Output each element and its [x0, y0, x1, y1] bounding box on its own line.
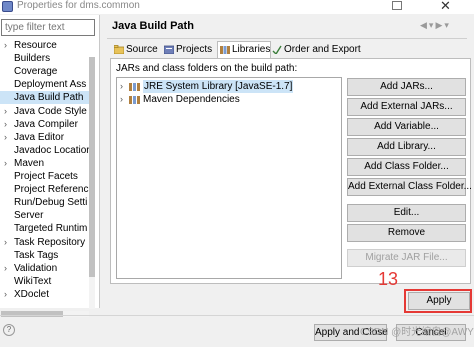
add-external-class-folder-button[interactable]: Add External Class Folder...: [347, 178, 472, 196]
title-divider: [107, 38, 467, 39]
window-title: Properties for dms.common: [17, 0, 140, 11]
nav-item[interactable]: Coverage: [0, 65, 90, 78]
edit-button[interactable]: Edit...: [347, 204, 466, 222]
chevron-right-icon[interactable]: ›: [4, 288, 7, 301]
back-arrow-icon[interactable]: ◀: [420, 20, 429, 30]
nav-item-label: Deployment Ass: [14, 79, 87, 91]
nav-item[interactable]: › Resource: [0, 39, 90, 52]
projects-icon: [164, 45, 174, 54]
jar-list[interactable]: › JRE System Library [JavaSE-1.7] › Mave…: [116, 77, 342, 279]
window-titlebar: Properties for dms.common ✕: [0, 0, 474, 14]
nav-item[interactable]: › XDoclet: [0, 288, 90, 301]
library-icon: [129, 83, 140, 91]
tab-projects-label: Projects: [176, 44, 213, 55]
nav-item-label: Builders: [14, 53, 51, 65]
nav-item-label: Java Editor: [14, 131, 65, 143]
nav-item-label: Java Compiler: [14, 118, 78, 130]
nav-item-label: Server: [14, 210, 44, 222]
tab-order-and-export-label: Order and Export: [284, 44, 361, 55]
add-external-jars-button[interactable]: Add External JARs...: [347, 98, 466, 116]
chevron-right-icon[interactable]: ›: [4, 131, 7, 144]
nav-item-label: Run/Debug Setti: [14, 197, 88, 209]
remove-button[interactable]: Remove: [347, 224, 466, 242]
chevron-right-icon[interactable]: ›: [4, 118, 7, 131]
jars-section-label: JARs and class folders on the build path…: [116, 63, 298, 74]
nav-item[interactable]: Server: [0, 209, 90, 222]
nav-item-label: Task Repository: [14, 236, 86, 248]
nav-item-label: XDoclet: [14, 288, 50, 300]
footer-divider: [0, 315, 474, 316]
nav-item-label: Maven: [14, 157, 45, 169]
help-icon[interactable]: ?: [3, 324, 15, 336]
apply-button[interactable]: Apply: [408, 292, 470, 310]
chevron-right-icon[interactable]: ›: [4, 105, 7, 118]
eclipse-icon: [2, 1, 13, 12]
order-export-icon: [272, 45, 282, 54]
tab-projects[interactable]: Projects: [162, 42, 212, 58]
nav-horizontal-scroll-thumb[interactable]: [1, 311, 63, 317]
nav-item-label: Validation: [14, 262, 58, 274]
tab-source-label: Source: [126, 44, 158, 55]
page-nav-arrows[interactable]: ◀▾▶▾: [420, 20, 451, 31]
nav-item[interactable]: › Maven: [0, 157, 90, 170]
nav-item-label: WikiText: [14, 275, 52, 287]
nav-item[interactable]: Project Referenc: [0, 183, 90, 196]
nav-horizontal-scrollbar[interactable]: [1, 311, 89, 317]
add-jars-button[interactable]: Add JARs...: [347, 78, 466, 96]
jar-entry-label: Maven Dependencies: [143, 94, 240, 105]
nav-item[interactable]: Builders: [0, 52, 90, 65]
nav-item-label: Targeted Runtim: [14, 223, 88, 235]
nav-item-label: Javadoc Locatior: [14, 144, 90, 156]
nav-item[interactable]: › Validation: [0, 262, 90, 275]
tab-libraries[interactable]: Libraries: [217, 41, 272, 58]
chevron-right-icon[interactable]: ›: [120, 93, 123, 106]
nav-item-label: Java Code Style: [14, 105, 87, 117]
add-variable-button[interactable]: Add Variable...: [347, 118, 466, 136]
nav-item[interactable]: › Java Compiler: [0, 118, 90, 131]
source-folder-icon: [114, 45, 124, 54]
tab-libraries-label: Libraries: [232, 44, 271, 55]
nav-item-label: Java Build Path: [14, 92, 84, 104]
nav-vertical-scrollbar[interactable]: [89, 57, 95, 309]
nav-item[interactable]: › Task Repository: [0, 236, 90, 249]
nav-item[interactable]: Javadoc Locatior: [0, 144, 90, 157]
chevron-right-icon[interactable]: ›: [4, 157, 7, 170]
tab-source[interactable]: Source: [112, 42, 158, 58]
menu-arrow-icon[interactable]: ▾: [444, 20, 451, 30]
chevron-right-icon[interactable]: ›: [4, 236, 7, 249]
add-library-button[interactable]: Add Library...: [347, 138, 466, 156]
chevron-right-icon[interactable]: ›: [4, 39, 7, 52]
build-path-tabs: Source Projects Libraries Order and Expo…: [112, 41, 472, 58]
nav-item[interactable]: › Java Code Style: [0, 105, 90, 118]
nav-item-label: Task Tags: [14, 249, 59, 261]
chevron-right-icon[interactable]: ›: [120, 80, 123, 93]
nav-item[interactable]: WikiText: [0, 275, 90, 288]
nav-item-label: Project Referenc: [14, 184, 89, 196]
add-class-folder-button[interactable]: Add Class Folder...: [347, 158, 466, 176]
close-icon[interactable]: ✕: [440, 0, 451, 12]
step-annotation: 13: [378, 269, 399, 289]
filter-input[interactable]: [1, 19, 95, 36]
nav-item[interactable]: Deployment Ass: [0, 78, 90, 91]
migrate-jar-button[interactable]: Migrate JAR File...: [347, 249, 466, 267]
libraries-icon: [220, 46, 230, 54]
nav-item-label: Project Facets: [14, 171, 78, 182]
properties-nav-pane: ›ResourceBuildersCoverageDeployment AssJ…: [0, 15, 100, 317]
nav-item[interactable]: Java Build Path: [0, 91, 90, 105]
maximize-icon[interactable]: [392, 1, 402, 10]
nav-item[interactable]: Project Facets: [0, 170, 90, 183]
tab-order-and-export[interactable]: Order and Export: [270, 42, 361, 58]
nav-item[interactable]: Targeted Runtim: [0, 222, 90, 235]
page-title: Java Build Path: [112, 20, 194, 32]
library-icon: [129, 96, 140, 104]
nav-vertical-scroll-thumb[interactable]: [89, 57, 95, 277]
nav-item-label: Resource: [14, 40, 57, 51]
nav-item[interactable]: Task Tags: [0, 249, 90, 262]
nav-item[interactable]: › Java Editor: [0, 131, 90, 144]
nav-item[interactable]: Run/Debug Setti: [0, 196, 90, 209]
nav-item-label: Coverage: [14, 66, 58, 78]
watermark-text: CSDN @时光编自@AWY: [360, 327, 474, 338]
chevron-right-icon[interactable]: ›: [4, 262, 7, 275]
jar-entry-label: JRE System Library [JavaSE-1.7]: [143, 80, 294, 93]
